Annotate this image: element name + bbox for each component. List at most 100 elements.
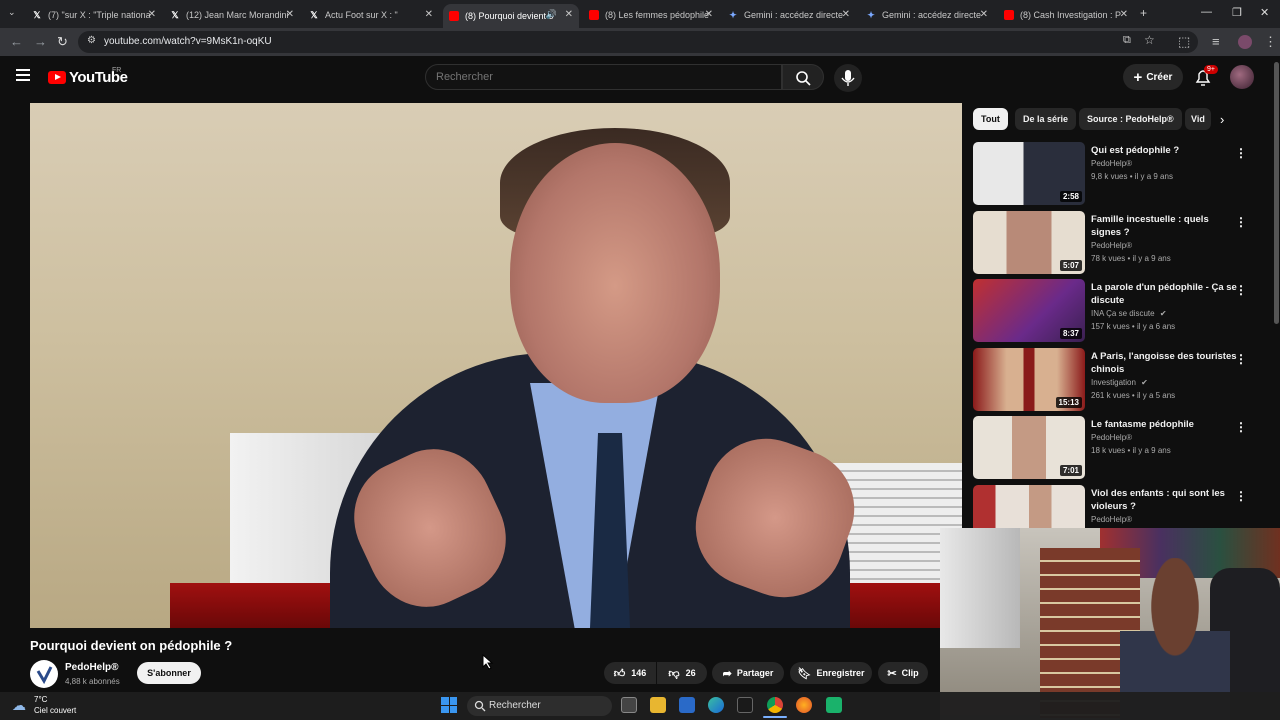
task-view-icon[interactable]	[621, 697, 637, 713]
recommendation-channel[interactable]: PedoHelp®	[1091, 241, 1132, 250]
minimize-icon[interactable]: —	[1201, 6, 1212, 18]
channel-name[interactable]: PedoHelp®	[65, 662, 119, 673]
hamburger-menu-icon[interactable]	[16, 69, 30, 81]
duration-badge: 15:13	[1055, 397, 1082, 408]
recommendation-item[interactable]: Viol des enfants : qui sont les violeurs…	[973, 485, 1273, 528]
recommendation-title[interactable]: A Paris, l'angoisse des touristes chinoi…	[1091, 350, 1239, 376]
weather-description[interactable]: Ciel couvert	[34, 706, 76, 715]
recommendation-item[interactable]: 5:07 Famille incestuelle : quels signes …	[973, 211, 1273, 275]
youtube-logo[interactable]: YouTube FR	[48, 67, 128, 86]
chevron-right-icon[interactable]: ›	[1220, 112, 1224, 127]
browser-tab[interactable]: 𝕏 Actu Foot sur X : " ✕	[309, 4, 433, 26]
chip-all[interactable]: Tout	[973, 108, 1008, 130]
site-info-icon[interactable]: ⚙	[87, 35, 96, 46]
recommendation-channel[interactable]: Investigation ✔	[1091, 378, 1148, 387]
tab-close-icon[interactable]: ✕	[565, 9, 573, 20]
recommendation-title[interactable]: La parole d'un pédophile - Ça se discute	[1091, 281, 1239, 307]
tab-close-icon[interactable]: ✕	[425, 9, 433, 20]
weather-temperature[interactable]: 7°C	[34, 695, 47, 704]
recommendation-item[interactable]: 8:37 La parole d'un pédophile - Ça se di…	[973, 279, 1273, 343]
recommendation-title[interactable]: Viol des enfants : qui sont les violeurs…	[1091, 487, 1239, 513]
mail-icon[interactable]	[679, 697, 695, 713]
recommendation-title[interactable]: Famille incestuelle : quels signes ?	[1091, 213, 1239, 239]
recommendation-title[interactable]: Qui est pédophile ?	[1091, 144, 1239, 157]
tab-close-icon[interactable]: ✕	[1120, 9, 1128, 20]
like-button[interactable]: 👍︎ 146	[604, 662, 656, 684]
address-bar[interactable]: ⚙ youtube.com/watch?v=9MsK1n-oqKU ⧉ ☆	[78, 31, 1198, 53]
recommendation-title[interactable]: Le fantasme pédophile	[1091, 418, 1239, 431]
tab-close-icon[interactable]: ✕	[980, 9, 988, 20]
recommendation-channel[interactable]: PedoHelp®	[1091, 433, 1132, 442]
more-options-icon[interactable]: ⋮	[1235, 489, 1247, 503]
save-button[interactable]: 🔖︎ Enregistrer	[790, 662, 872, 684]
recommendation-item[interactable]: 15:13 A Paris, l'angoisse des touristes …	[973, 348, 1273, 412]
voice-search-button[interactable]	[834, 64, 862, 92]
install-app-icon[interactable]: ⧉	[1123, 34, 1131, 47]
reading-list-icon[interactable]: ≡	[1212, 34, 1220, 49]
create-button[interactable]: + Créer	[1123, 64, 1183, 90]
more-options-icon[interactable]: ⋮	[1235, 215, 1247, 229]
video-player[interactable]	[30, 103, 962, 628]
dislike-count: 26	[685, 668, 696, 678]
bookmark-star-icon[interactable]: ☆	[1144, 33, 1155, 47]
video-thumbnail[interactable]: 7:01	[973, 416, 1085, 479]
recommendation-channel[interactable]: INA Ça se discute ✔	[1091, 309, 1167, 318]
more-options-icon[interactable]: ⋮	[1235, 352, 1247, 366]
more-options-icon[interactable]: ⋮	[1235, 146, 1247, 160]
microsoft-store-icon[interactable]	[737, 697, 753, 713]
browser-tab-active[interactable]: (8) Pourquoi devient o 🔊 ✕	[443, 4, 579, 28]
chip-videos[interactable]: Vid	[1185, 108, 1211, 130]
forward-icon[interactable]: →	[34, 34, 47, 49]
chrome-icon[interactable]	[767, 697, 783, 713]
dislike-button[interactable]: 👎︎ 26	[657, 662, 707, 684]
tab-close-icon[interactable]: ✕	[148, 9, 156, 20]
video-thumbnail[interactable]: 15:13	[973, 348, 1085, 411]
browser-menu-icon[interactable]: ⋮	[1264, 34, 1277, 50]
tab-close-icon[interactable]: ✕	[286, 9, 294, 20]
browser-tab[interactable]: 𝕏 (7) "sur X : "Triple nationa ✕	[32, 4, 156, 26]
messaging-app-icon[interactable]	[826, 697, 842, 713]
more-options-icon[interactable]: ⋮	[1235, 283, 1247, 297]
browser-tab[interactable]: (8) Cash Investigation : P ✕	[1004, 4, 1128, 26]
search-button[interactable]	[782, 64, 824, 90]
browser-tab[interactable]: ✦ Gemini : accédez directe ✕	[866, 4, 988, 26]
share-button[interactable]: ➦ Partager	[712, 662, 784, 684]
chip-series[interactable]: De la série	[1015, 108, 1077, 130]
more-options-icon[interactable]: ⋮	[1235, 420, 1247, 434]
extensions-icon[interactable]: ⬚	[1178, 34, 1190, 50]
account-avatar[interactable]	[1230, 65, 1254, 89]
recommendation-item[interactable]: 7:01 Le fantasme pédophile PedoHelp® 18 …	[973, 416, 1273, 480]
windows-start-icon[interactable]	[441, 697, 457, 713]
reload-icon[interactable]: ↻	[57, 34, 68, 50]
clip-button[interactable]: ✂ Clip	[878, 662, 928, 684]
weather-cloud-icon[interactable]: ☁	[12, 697, 26, 714]
channel-avatar[interactable]	[30, 660, 58, 688]
browser-tab[interactable]: ✦ Gemini : accédez directe ✕	[728, 4, 850, 26]
restore-icon[interactable]: ❐	[1232, 6, 1242, 19]
new-tab-icon[interactable]: +	[1140, 6, 1147, 20]
page-scrollbar[interactable]	[1274, 62, 1279, 324]
search-input[interactable]	[436, 71, 766, 83]
browser-tab[interactable]: 𝕏 (12) Jean Marc Morandini ✕	[170, 4, 294, 26]
tab-search-icon[interactable]: ⌄	[8, 7, 16, 18]
video-thumbnail[interactable]: 5:07	[973, 211, 1085, 274]
audio-playing-icon[interactable]: 🔊	[546, 9, 557, 20]
tab-close-icon[interactable]: ✕	[705, 9, 713, 20]
firefox-icon[interactable]	[796, 697, 812, 713]
file-explorer-icon[interactable]	[650, 697, 666, 713]
search-box[interactable]	[425, 64, 782, 90]
browser-tab[interactable]: (8) Les femmes pédophile ✕	[589, 4, 713, 26]
tab-close-icon[interactable]: ✕	[842, 9, 850, 20]
recommendation-item[interactable]: 2:58 Qui est pédophile ? PedoHelp® 9,8 k…	[973, 142, 1273, 206]
subscribe-button[interactable]: S'abonner	[137, 662, 201, 684]
video-thumbnail[interactable]	[973, 485, 1085, 528]
video-thumbnail[interactable]: 2:58	[973, 142, 1085, 205]
back-icon[interactable]: ←	[10, 34, 23, 49]
chip-source[interactable]: Source : PedoHelp®	[1079, 108, 1182, 130]
video-thumbnail[interactable]: 8:37	[973, 279, 1085, 342]
edge-browser-icon[interactable]	[708, 697, 724, 713]
recommendation-channel[interactable]: PedoHelp®	[1091, 159, 1132, 168]
window-close-icon[interactable]: ✕	[1260, 6, 1269, 19]
profile-avatar[interactable]	[1238, 35, 1252, 49]
recommendation-channel[interactable]: PedoHelp®	[1091, 515, 1132, 524]
